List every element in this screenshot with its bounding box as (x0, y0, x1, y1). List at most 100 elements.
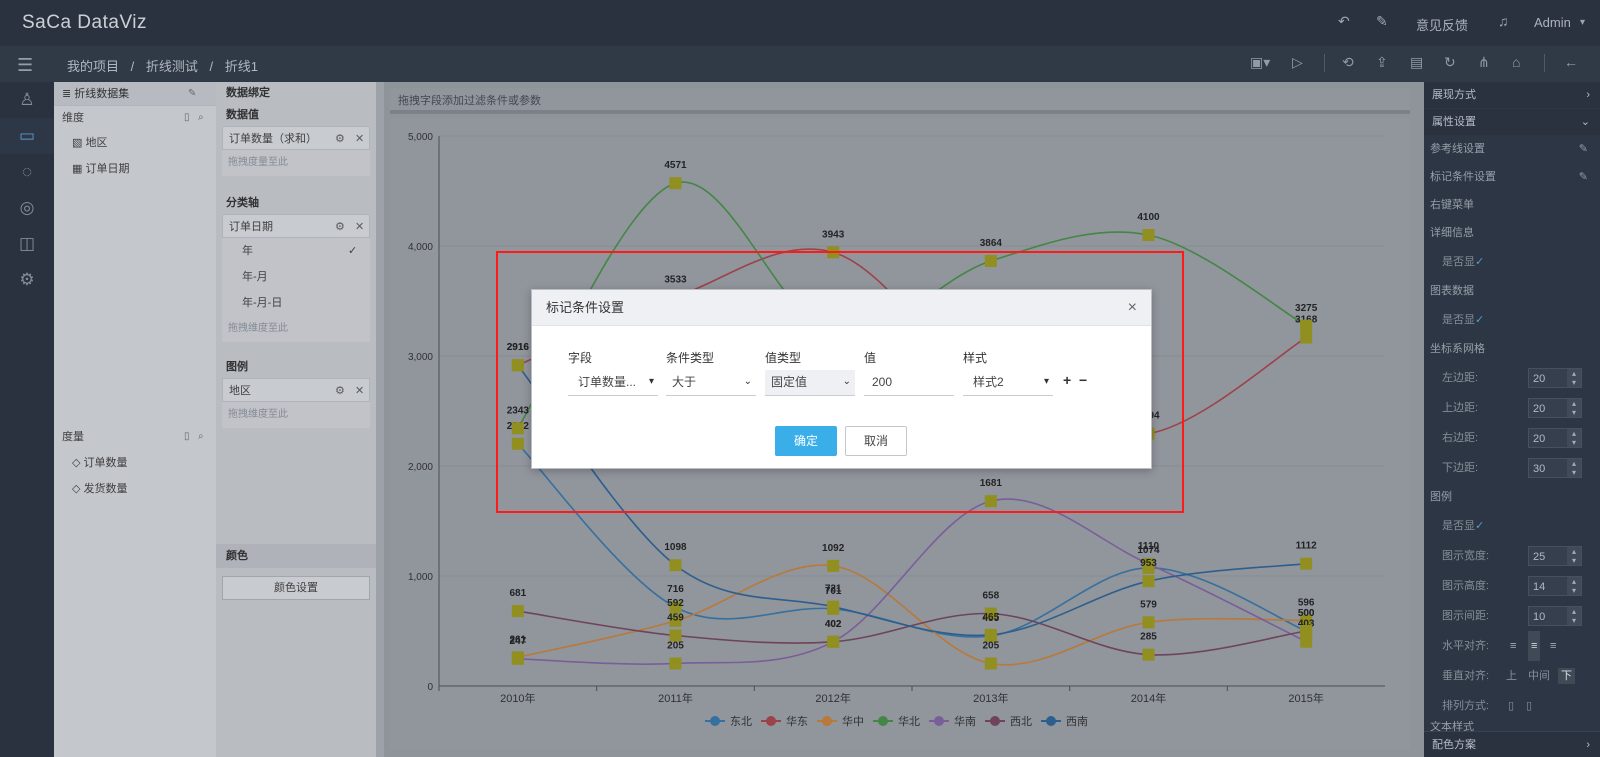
color-settings-button[interactable]: 颜色设置 (222, 576, 370, 600)
legend-height-input[interactable]: 14 ▴ ▾ (1528, 576, 1582, 596)
filter-dropzone[interactable]: 拖拽字段添加过滤条件或参数 (390, 88, 1410, 114)
menu-icon[interactable]: ☰ (17, 55, 33, 76)
copy-icon[interactable]: ▯ (184, 425, 190, 449)
legend-chip[interactable]: 地区 ⚙ ✕ (222, 378, 370, 402)
search-icon[interactable]: ⌕ (198, 425, 204, 449)
spinner-icon[interactable]: ▴ ▾ (1567, 577, 1581, 595)
gear-icon[interactable]: ⚙ (335, 127, 345, 151)
dimension-item[interactable]: ▦ 订单日期 (54, 156, 216, 182)
check-icon[interactable]: ✓ (1475, 256, 1484, 268)
history-icon[interactable]: ⟲ (1342, 54, 1354, 71)
chevron-down-icon[interactable]: ▾ (1580, 17, 1585, 28)
field-select[interactable]: 订单数量... ▾ (568, 370, 658, 396)
category-chip-label: 订单日期 (229, 221, 273, 233)
check-icon[interactable]: ✓ (1475, 314, 1484, 326)
value-dropzone[interactable]: 拖拽度量至此 (222, 150, 370, 176)
confirm-button[interactable]: 确定 (775, 426, 837, 456)
data-label: 3943 (822, 229, 845, 240)
save-icon[interactable]: ▣▾ (1250, 54, 1270, 71)
top-margin-input[interactable]: 20 ▴ ▾ (1528, 398, 1582, 418)
play-nav-icon[interactable]: ◎ (0, 190, 54, 226)
category-option-year[interactable]: 年 ✓ (222, 238, 370, 264)
value-type-select[interactable]: 固定值 ⌄ (765, 370, 855, 396)
cancel-button[interactable]: 取消 (845, 426, 907, 456)
close-icon[interactable]: ✕ (355, 379, 364, 403)
remove-condition-icon[interactable]: − (1079, 372, 1087, 388)
back-icon[interactable]: ← (1564, 54, 1578, 70)
left-margin-input[interactable]: 20 ▴ ▾ (1528, 368, 1582, 388)
legend-dropzone[interactable]: 拖拽维度至此 (222, 402, 370, 428)
settings-nav-icon[interactable]: ⚙ (0, 262, 54, 298)
edit-icon[interactable]: ✎ (1579, 163, 1588, 191)
right-margin-input[interactable]: 20 ▴ ▾ (1528, 428, 1582, 448)
refresh-icon[interactable]: ↻ (1444, 54, 1456, 71)
dimension-item[interactable]: ▧ 地区 (54, 130, 216, 156)
align-right-icon[interactable]: ≡ (1550, 631, 1556, 661)
export-icon[interactable]: ⇪ (1376, 54, 1388, 71)
share-icon[interactable]: ⋔ (1478, 54, 1490, 71)
chart-nav-icon[interactable]: ◫ (0, 226, 54, 262)
category-dropzone[interactable]: 拖拽维度至此 (222, 316, 370, 342)
arrange-horizontal-icon[interactable]: ▯ (1508, 691, 1514, 721)
v-align-middle[interactable]: 中间 (1528, 661, 1550, 691)
legend-show-toggle[interactable]: 是否显✓ (1424, 511, 1600, 541)
value-chip[interactable]: 订单数量（求和） ⚙ ✕ (222, 126, 370, 150)
gear-icon[interactable]: ⚙ (335, 379, 345, 403)
spinner-icon[interactable]: ▴ ▾ (1567, 429, 1581, 447)
feedback-link[interactable]: 意见反馈 (1416, 15, 1468, 34)
display-mode-header[interactable]: 展现方式 › (1424, 82, 1600, 108)
category-chip[interactable]: 订单日期 ⚙ ✕ (222, 214, 370, 238)
align-left-icon[interactable]: ≡ (1510, 631, 1516, 661)
bottom-margin-input[interactable]: 30 ▴ ▾ (1528, 458, 1582, 478)
close-icon[interactable]: × (1128, 290, 1137, 326)
monitor-nav-icon[interactable]: ▭ (0, 118, 54, 154)
spinner-icon[interactable]: ▴ ▾ (1567, 369, 1581, 387)
category-option-year-month[interactable]: 年-月 (222, 264, 370, 290)
user-nav-icon[interactable]: ♙ (0, 82, 54, 118)
close-icon[interactable]: ✕ (355, 127, 364, 151)
v-align-bottom[interactable]: 下 (1558, 668, 1575, 684)
undo-icon[interactable]: ↶ (1338, 13, 1350, 30)
gear-icon[interactable]: ⚙ (335, 215, 345, 239)
legend-width-input[interactable]: 25 ▴ ▾ (1528, 546, 1582, 566)
crumb-project[interactable]: 我的项目 (67, 59, 119, 74)
edit-icon[interactable]: ✎ (1579, 135, 1588, 163)
dataset-header[interactable]: ≣ 折线数据集 ✎ (54, 82, 216, 106)
spinner-icon[interactable]: ▴ ▾ (1567, 399, 1581, 417)
ref-line-setting[interactable]: 参考线设置 ✎ (1424, 135, 1600, 163)
user-menu[interactable]: Admin (1534, 15, 1571, 30)
cycle-nav-icon[interactable]: ◌ (0, 154, 54, 190)
bell-icon[interactable]: ♫ (1498, 13, 1509, 29)
category-option-year-month-day[interactable]: 年-月-日 (222, 290, 370, 316)
tag-icon[interactable]: ⌂ (1512, 54, 1520, 70)
v-align-top[interactable]: 上 (1506, 661, 1517, 691)
splitter[interactable] (376, 82, 384, 757)
legend-gap-input[interactable]: 10 ▴ ▾ (1528, 606, 1582, 626)
play-icon[interactable]: ▷ (1292, 54, 1303, 71)
spinner-icon[interactable]: ▴ ▾ (1567, 547, 1581, 565)
edit-icon[interactable]: ✎ (1376, 13, 1388, 30)
check-icon[interactable]: ✓ (1475, 520, 1484, 532)
condition-select[interactable]: 大于 ⌄ (666, 370, 756, 396)
color-scheme-header[interactable]: 配色方案 › (1424, 731, 1600, 757)
image-icon[interactable]: ▤ (1410, 54, 1423, 71)
mark-condition-setting[interactable]: 标记条件设置 ✎ (1424, 163, 1600, 191)
edit-dataset-icon[interactable]: ✎ (188, 82, 196, 106)
add-condition-icon[interactable]: + (1063, 372, 1071, 388)
context-menu-setting[interactable]: 右键菜单 (1424, 191, 1600, 219)
align-center-icon[interactable]: ≡ (1528, 631, 1541, 661)
details-show-toggle[interactable]: 是否显✓ (1424, 247, 1600, 277)
spinner-icon[interactable]: ▴ ▾ (1567, 607, 1581, 625)
arrange-vertical-icon[interactable]: ▯ (1526, 691, 1532, 721)
measure-item[interactable]: ◇ 订单数量 (54, 450, 216, 476)
copy-icon[interactable]: ▯ (184, 106, 190, 130)
property-settings-header[interactable]: 属性设置 ⌄ (1424, 109, 1600, 135)
style-select[interactable]: 样式2 ▾ (963, 370, 1053, 396)
close-icon[interactable]: ✕ (355, 215, 364, 239)
crumb-folder[interactable]: 折线测试 (146, 59, 198, 74)
measure-item[interactable]: ◇ 发货数量 (54, 476, 216, 502)
chart-data-show-toggle[interactable]: 是否显✓ (1424, 305, 1600, 335)
value-input[interactable]: 200 (864, 370, 954, 396)
search-icon[interactable]: ⌕ (198, 106, 204, 130)
spinner-icon[interactable]: ▴ ▾ (1567, 459, 1581, 477)
